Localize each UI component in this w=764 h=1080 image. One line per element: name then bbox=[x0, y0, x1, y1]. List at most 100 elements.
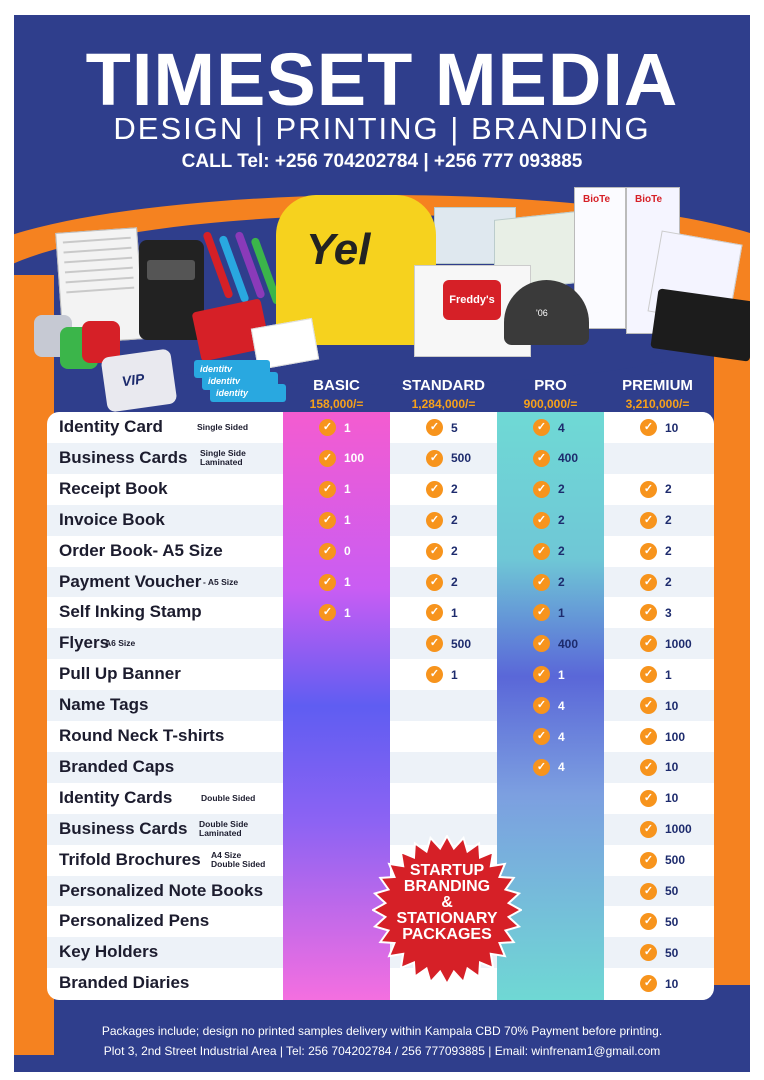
check-circle-icon: ✓ bbox=[640, 635, 657, 653]
premium-cell: ✓ 2 bbox=[640, 573, 672, 591]
quantity-value: 2 bbox=[665, 513, 672, 528]
table-row: Identity Card Single Sided ✓ 1 ✓ 5 ✓ 4 ✓ 10 bbox=[47, 412, 714, 443]
item-label: Round Neck T-shirts bbox=[59, 726, 225, 745]
premium-cell: ✓ 10 bbox=[640, 975, 679, 993]
brand-subtitle: DESIGN | PRINTING | BRANDING bbox=[113, 111, 651, 146]
check-circle-icon: ✓ bbox=[640, 851, 657, 869]
package-name: PREMIUM bbox=[622, 377, 693, 394]
item-label: Invoice Book bbox=[59, 509, 165, 529]
poster: TIMESET MEDIA DESIGN | PRINTING | BRANDI… bbox=[14, 15, 750, 1072]
pro-cell: ✓ 4 bbox=[533, 758, 565, 776]
check-circle-icon: ✓ bbox=[640, 604, 657, 622]
quantity-value: 1 bbox=[344, 513, 351, 528]
check-circle-icon: ✓ bbox=[426, 573, 443, 591]
quantity-value: 4 bbox=[558, 760, 565, 775]
pro-cell: ✓ 2 bbox=[533, 480, 565, 498]
package-price: 900,000/= bbox=[523, 397, 578, 411]
quantity-value: 50 bbox=[665, 945, 679, 960]
item-label: Business Cards bbox=[59, 447, 188, 467]
quantity-value: 1 bbox=[665, 667, 672, 682]
quantity-value: 1 bbox=[558, 605, 565, 620]
quantity-value: 500 bbox=[451, 636, 472, 651]
item-label: Personalized Pens bbox=[59, 911, 210, 931]
quantity-value: 3 bbox=[665, 605, 672, 620]
check-circle-icon: ✓ bbox=[533, 604, 550, 622]
premium-cell: ✓ 2 bbox=[640, 511, 672, 529]
check-circle-icon: ✓ bbox=[533, 511, 550, 529]
quantity-value: 2 bbox=[451, 513, 458, 528]
quantity-value: 1 bbox=[344, 575, 351, 589]
check-circle-icon: ✓ bbox=[426, 480, 443, 498]
basic-cell: ✓ 1 bbox=[319, 604, 351, 622]
check-circle-icon: ✓ bbox=[640, 913, 657, 931]
identity-cards-image: identity identity identity bbox=[194, 360, 286, 402]
check-circle-icon: ✓ bbox=[426, 449, 443, 467]
standard-cell: ✓ 2 bbox=[426, 480, 458, 498]
quantity-value: 1000 bbox=[665, 822, 692, 837]
check-circle-icon: ✓ bbox=[640, 882, 657, 900]
vip-pass-image: VIP bbox=[100, 348, 178, 413]
quantity-value: 100 bbox=[665, 729, 686, 744]
basic-cell: ✓ 1 bbox=[319, 573, 351, 591]
quantity-value: 50 bbox=[665, 914, 679, 929]
item-label: Payment Voucher bbox=[59, 571, 202, 591]
package-price: 158,000/= bbox=[309, 397, 364, 411]
table-row: Identity Cards Double Sided ✓ 10 bbox=[47, 783, 714, 814]
quantity-value: 1 bbox=[558, 667, 565, 682]
quantity-value: 500 bbox=[451, 451, 472, 466]
table-row: Order Book- A5 Size ✓ 0 ✓ 2 ✓ 2 ✓ 2 bbox=[47, 536, 714, 567]
premium-cell: ✓ 50 bbox=[640, 944, 679, 962]
package-name: BASIC bbox=[313, 377, 360, 394]
standard-cell: ✓ 1 bbox=[426, 666, 458, 684]
check-circle-icon: ✓ bbox=[319, 542, 336, 560]
badge-text: STARTUP BRANDING & STATIONARY PACKAGES bbox=[396, 862, 498, 943]
package-premium: PREMIUM 3,210,000/= bbox=[604, 377, 711, 411]
pro-cell: ✓ 1 bbox=[533, 666, 565, 684]
contact-phone: CALL Tel: +256 704202784 | +256 777 0938… bbox=[181, 151, 583, 172]
item-label: Branded Diaries bbox=[59, 973, 190, 993]
standard-cell: ✓ 500 bbox=[426, 635, 472, 653]
pro-cell: ✓ 4 bbox=[533, 697, 565, 715]
brand-title: TIMESET MEDIA bbox=[85, 38, 679, 121]
item-label: Flyers bbox=[59, 633, 110, 653]
quantity-value: 10 bbox=[665, 420, 679, 435]
premium-cell: ✓ 10 bbox=[640, 419, 678, 436]
check-circle-icon: ✓ bbox=[640, 697, 657, 715]
table-row: Pull Up Banner ✓ 1 ✓ 1 ✓ 1 bbox=[47, 659, 714, 690]
check-circle-icon: ✓ bbox=[640, 573, 657, 591]
item-label: Identity Cards bbox=[59, 787, 173, 807]
premium-cell: ✓ 1000 bbox=[640, 635, 692, 653]
table-row: Branded Caps ✓ 4 ✓ 10 bbox=[47, 751, 714, 783]
quantity-value: 2 bbox=[558, 544, 565, 559]
check-circle-icon: ✓ bbox=[319, 511, 336, 529]
item-label: Branded Caps bbox=[59, 756, 175, 776]
quantity-value: 2 bbox=[451, 482, 458, 497]
premium-cell: ✓ 10 bbox=[640, 697, 679, 715]
table-row: Business Cards Single Side Laminated ✓ 100 ✓… bbox=[47, 442, 714, 474]
quantity-value: 10 bbox=[665, 698, 679, 713]
pro-cell: ✓ 4 bbox=[533, 419, 565, 436]
item-label: Name Tags bbox=[59, 695, 149, 715]
standard-cell: ✓ 2 bbox=[426, 542, 458, 560]
quantity-value: 4 bbox=[558, 698, 565, 713]
check-circle-icon: ✓ bbox=[640, 728, 657, 745]
item-label: Pull Up Banner bbox=[59, 664, 181, 684]
premium-cell: ✓ 100 bbox=[640, 728, 685, 745]
check-circle-icon: ✓ bbox=[319, 480, 336, 498]
quantity-value: 10 bbox=[665, 976, 679, 991]
basic-cell: ✓ 1 bbox=[319, 511, 351, 529]
check-circle-icon: ✓ bbox=[426, 635, 443, 653]
check-circle-icon: ✓ bbox=[533, 666, 550, 684]
quantity-value: 0 bbox=[344, 544, 351, 559]
quantity-value: 50 bbox=[665, 884, 679, 898]
check-circle-icon: ✓ bbox=[533, 635, 550, 653]
check-circle-icon: ✓ bbox=[426, 542, 443, 560]
check-circle-icon: ✓ bbox=[533, 758, 550, 776]
pro-cell: ✓ 2 bbox=[533, 542, 565, 560]
quantity-value: 4 bbox=[558, 420, 565, 435]
quantity-value: 10 bbox=[665, 791, 679, 806]
item-note: A6 Size bbox=[105, 638, 136, 649]
premium-cell: ✓ 50 bbox=[640, 913, 679, 931]
standard-cell: ✓ 2 bbox=[426, 511, 458, 529]
check-circle-icon: ✓ bbox=[319, 449, 336, 467]
